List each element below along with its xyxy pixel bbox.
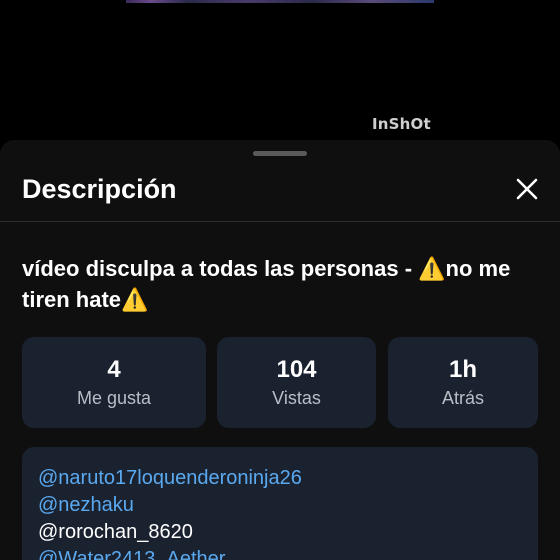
time-ago-label: Atrás [441,387,484,408]
video-watermark: InShOt [372,115,431,133]
description-sheet: Descripción vídeo disculpa a todas las p… [0,140,560,560]
drag-handle[interactable] [253,151,307,156]
video-frame-edge [126,0,434,3]
views-count: 104 [276,355,317,383]
likes-count: 4 [107,355,121,383]
time-ago-value: 1h [448,355,477,383]
mention-link[interactable]: @Water2413_Aether [38,546,522,560]
mention-link[interactable]: @nezhaku [38,492,522,519]
views-stat: 104 Vistas [217,337,376,428]
close-icon [516,178,538,200]
sheet-title: Descripción [22,174,177,204]
likes-label: Me gusta [76,387,152,408]
close-button[interactable] [508,170,546,208]
time-stat: 1h Atrás [388,337,538,428]
likes-stat: 4 Me gusta [22,337,206,428]
mention-link[interactable]: @naruto17loquenderoninja26 [38,465,522,492]
video-player[interactable]: InShOt [0,0,560,140]
mentions-card: @naruto17loquenderoninja26 @nezhaku @ror… [22,447,538,560]
header-divider [0,221,560,222]
mention-text: @rorochan_8620 [38,521,193,543]
video-description: vídeo disculpa a todas las personas - ⚠️… [22,256,511,312]
views-label: Vistas [272,387,321,408]
